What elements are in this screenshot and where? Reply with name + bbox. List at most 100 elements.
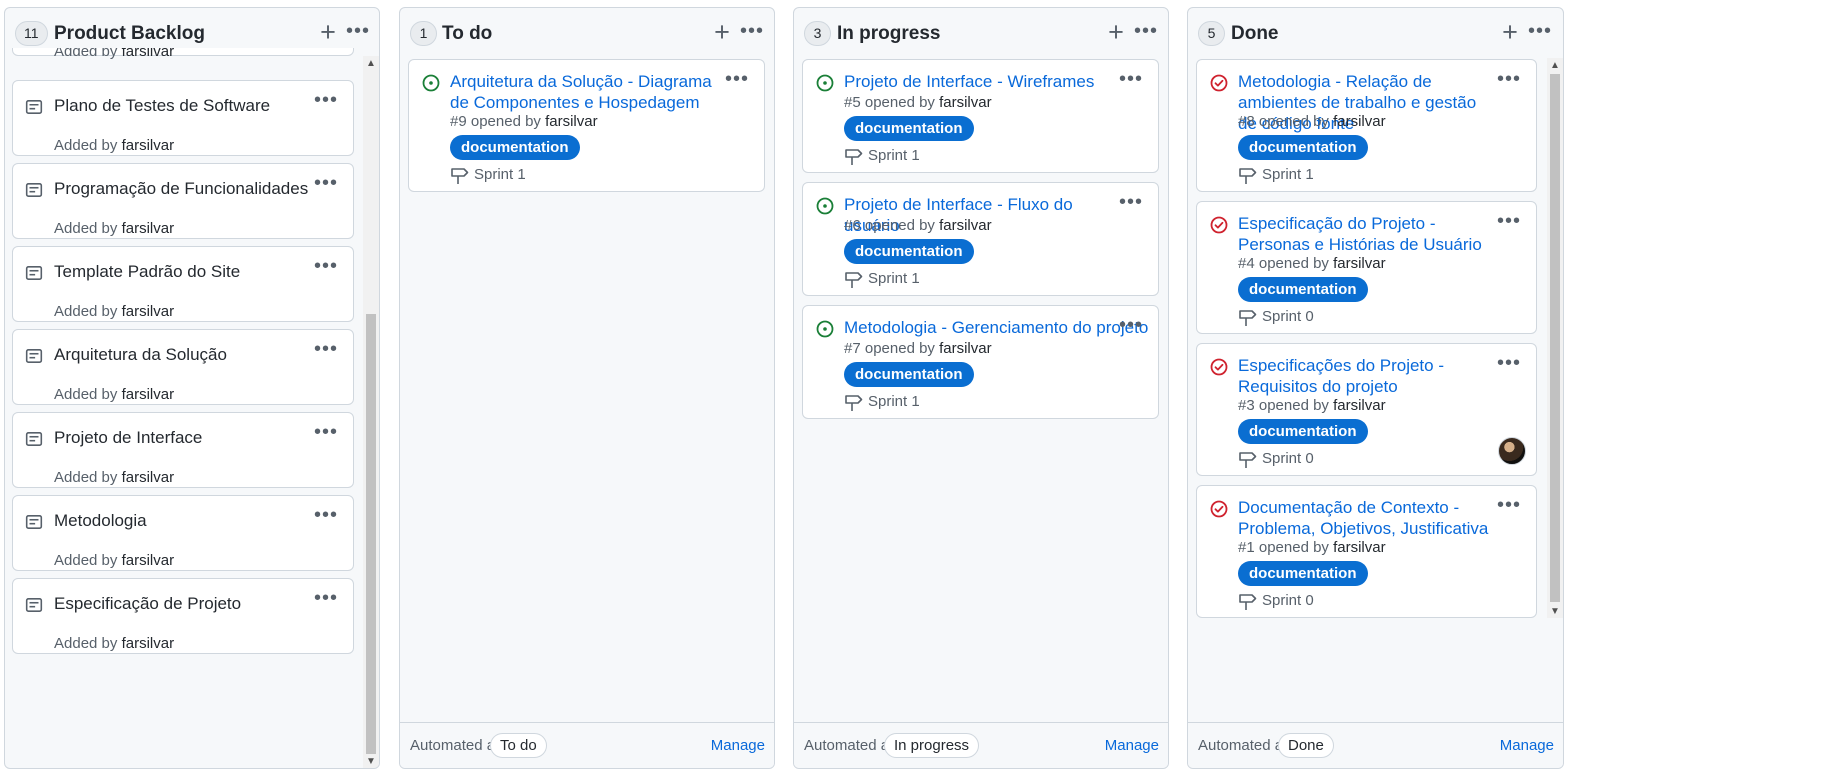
card-menu-button[interactable]: •••: [1494, 69, 1524, 91]
issue-card[interactable]: Metodologia - Relação de ambientes de tr…: [1196, 59, 1537, 192]
milestone-label: Sprint 1: [868, 147, 920, 164]
issue-card[interactable]: Documentação de Contexto - Problema, Obj…: [1196, 485, 1537, 618]
column-scrollbar[interactable]: ▲ ▼: [363, 56, 379, 768]
note-card[interactable]: Projeto de Interface ••• Added by farsil…: [12, 412, 354, 488]
issue-title-link[interactable]: Documentação de Contexto - Problema, Obj…: [1238, 497, 1490, 539]
label-badge[interactable]: documentation: [844, 239, 974, 264]
manage-automation-link[interactable]: Manage: [1105, 737, 1159, 754]
issue-title-link[interactable]: Metodologia - Gerenciamento do projeto: [844, 317, 1148, 338]
user-link[interactable]: farsilvar: [1333, 255, 1386, 272]
user-link[interactable]: farsilvar: [1333, 113, 1386, 130]
milestone-icon: [845, 272, 863, 288]
column-cards-scroll-area[interactable]: Added by farsilvar Plano de Testes de So…: [5, 48, 379, 768]
card-menu-button[interactable]: •••: [311, 422, 341, 444]
card-menu-button[interactable]: •••: [722, 69, 752, 91]
user-link[interactable]: farsilvar: [1333, 539, 1386, 556]
issue-card[interactable]: Metodologia - Gerenciamento do projeto •…: [802, 305, 1159, 419]
user-link[interactable]: farsilvar: [122, 137, 175, 154]
column-menu-button[interactable]: •••: [1524, 21, 1556, 43]
user-link[interactable]: farsilvar: [122, 469, 175, 486]
note-card[interactable]: Metodologia ••• Added by farsilvar: [12, 495, 354, 571]
user-link[interactable]: farsilvar: [122, 48, 175, 60]
user-link[interactable]: farsilvar: [939, 217, 992, 234]
user-link[interactable]: farsilvar: [1333, 397, 1386, 414]
column-menu-button[interactable]: •••: [1130, 21, 1162, 43]
user-link[interactable]: farsilvar: [122, 303, 175, 320]
issue-card[interactable]: Projeto de Interface - Wireframes ••• #5…: [802, 59, 1159, 173]
card-menu-button[interactable]: •••: [1116, 69, 1146, 91]
column-footer: Automated as Done Manage: [1188, 722, 1563, 768]
note-card[interactable]: Especificação de Projeto ••• Added by fa…: [12, 578, 354, 654]
issue-title-link[interactable]: Especificações do Projeto - Requisitos d…: [1238, 355, 1490, 397]
card-menu-button[interactable]: •••: [311, 173, 341, 195]
issue-title-link[interactable]: Projeto de Interface - Wireframes: [844, 71, 1112, 92]
scroll-up-arrow[interactable]: ▲: [363, 58, 379, 70]
automation-state-badge: In progress: [884, 733, 980, 758]
user-link[interactable]: farsilvar: [545, 113, 598, 130]
milestone-icon: [1239, 310, 1257, 326]
issue-card[interactable]: Projeto de Interface - Fluxo do usuário …: [802, 182, 1159, 296]
column-header: 5 Done + •••: [1188, 8, 1563, 58]
user-link[interactable]: farsilvar: [122, 552, 175, 569]
manage-automation-link[interactable]: Manage: [711, 737, 765, 754]
issue-title-link[interactable]: Arquitetura da Solução - Diagrama de Com…: [450, 71, 718, 113]
label-badge[interactable]: documentation: [1238, 419, 1368, 444]
add-card-button[interactable]: +: [1499, 19, 1521, 46]
add-card-button[interactable]: +: [711, 19, 733, 46]
user-link[interactable]: farsilvar: [122, 220, 175, 237]
note-card[interactable]: Template Padrão do Site ••• Added by far…: [12, 246, 354, 322]
assignee-avatar[interactable]: [1498, 437, 1526, 465]
user-link[interactable]: farsilvar: [122, 635, 175, 652]
issue-card[interactable]: Arquitetura da Solução - Diagrama de Com…: [408, 59, 765, 192]
column-menu-button[interactable]: •••: [736, 21, 768, 43]
card-menu-button[interactable]: •••: [1494, 353, 1524, 375]
user-link[interactable]: farsilvar: [122, 386, 175, 403]
issue-closed-icon: [1210, 500, 1228, 518]
card-menu-button[interactable]: •••: [1116, 192, 1146, 214]
add-card-button[interactable]: +: [317, 19, 339, 46]
note-card[interactable]: Arquitetura da Solução ••• Added by fars…: [12, 329, 354, 405]
card-menu-button[interactable]: •••: [311, 256, 341, 278]
issue-meta: #7 opened by farsilvar: [844, 340, 992, 357]
scrollbar-thumb[interactable]: [1550, 74, 1560, 602]
card-menu-button[interactable]: •••: [311, 505, 341, 527]
note-card[interactable]: Plano de Testes de Software ••• Added by…: [12, 80, 354, 156]
scroll-down-arrow[interactable]: ▼: [1547, 606, 1563, 618]
column-footer: Automated as In progress Manage: [794, 722, 1168, 768]
label-badge[interactable]: documentation: [1238, 277, 1368, 302]
column-title: To do: [442, 23, 493, 44]
card-menu-button[interactable]: •••: [1116, 315, 1146, 337]
milestone-label: Sprint 0: [1262, 592, 1314, 609]
card-menu-button[interactable]: •••: [311, 90, 341, 112]
card-menu-button[interactable]: •••: [1494, 495, 1524, 517]
scroll-up-arrow[interactable]: ▲: [1547, 60, 1563, 72]
card-menu-button[interactable]: •••: [311, 588, 341, 610]
scroll-down-arrow[interactable]: ▼: [363, 756, 379, 768]
issue-card[interactable]: Especificações do Projeto - Requisitos d…: [1196, 343, 1537, 476]
user-link[interactable]: farsilvar: [939, 340, 992, 357]
card-menu-button[interactable]: •••: [1494, 211, 1524, 233]
label-badge[interactable]: documentation: [844, 116, 974, 141]
column-menu-button[interactable]: •••: [342, 21, 374, 43]
issue-title-link[interactable]: Especificação do Projeto - Personas e Hi…: [1238, 213, 1490, 255]
user-link[interactable]: farsilvar: [939, 94, 992, 111]
scrollbar-thumb[interactable]: [366, 314, 376, 754]
issue-card[interactable]: Especificação do Projeto - Personas e Hi…: [1196, 201, 1537, 334]
note-icon: [25, 100, 43, 114]
note-icon: [25, 183, 43, 197]
card-menu-button[interactable]: •••: [311, 339, 341, 361]
automated-as-label: Automated as: [1198, 737, 1291, 754]
milestone-icon: [1239, 594, 1257, 610]
note-card[interactable]: Programação de Funcionalidades ••• Added…: [12, 163, 354, 239]
add-card-button[interactable]: +: [1105, 19, 1127, 46]
manage-automation-link[interactable]: Manage: [1500, 737, 1554, 754]
note-card-partial[interactable]: Added by farsilvar: [12, 48, 354, 60]
milestone-label: Sprint 1: [868, 393, 920, 410]
label-badge[interactable]: documentation: [450, 135, 580, 160]
column-title: Done: [1231, 23, 1279, 44]
label-badge[interactable]: documentation: [1238, 135, 1368, 160]
column-scrollbar[interactable]: ▲ ▼: [1547, 58, 1563, 618]
label-badge[interactable]: documentation: [1238, 561, 1368, 586]
label-badge[interactable]: documentation: [844, 362, 974, 387]
column-cards-scroll-area[interactable]: Metodologia - Relação de ambientes de tr…: [1188, 58, 1563, 618]
